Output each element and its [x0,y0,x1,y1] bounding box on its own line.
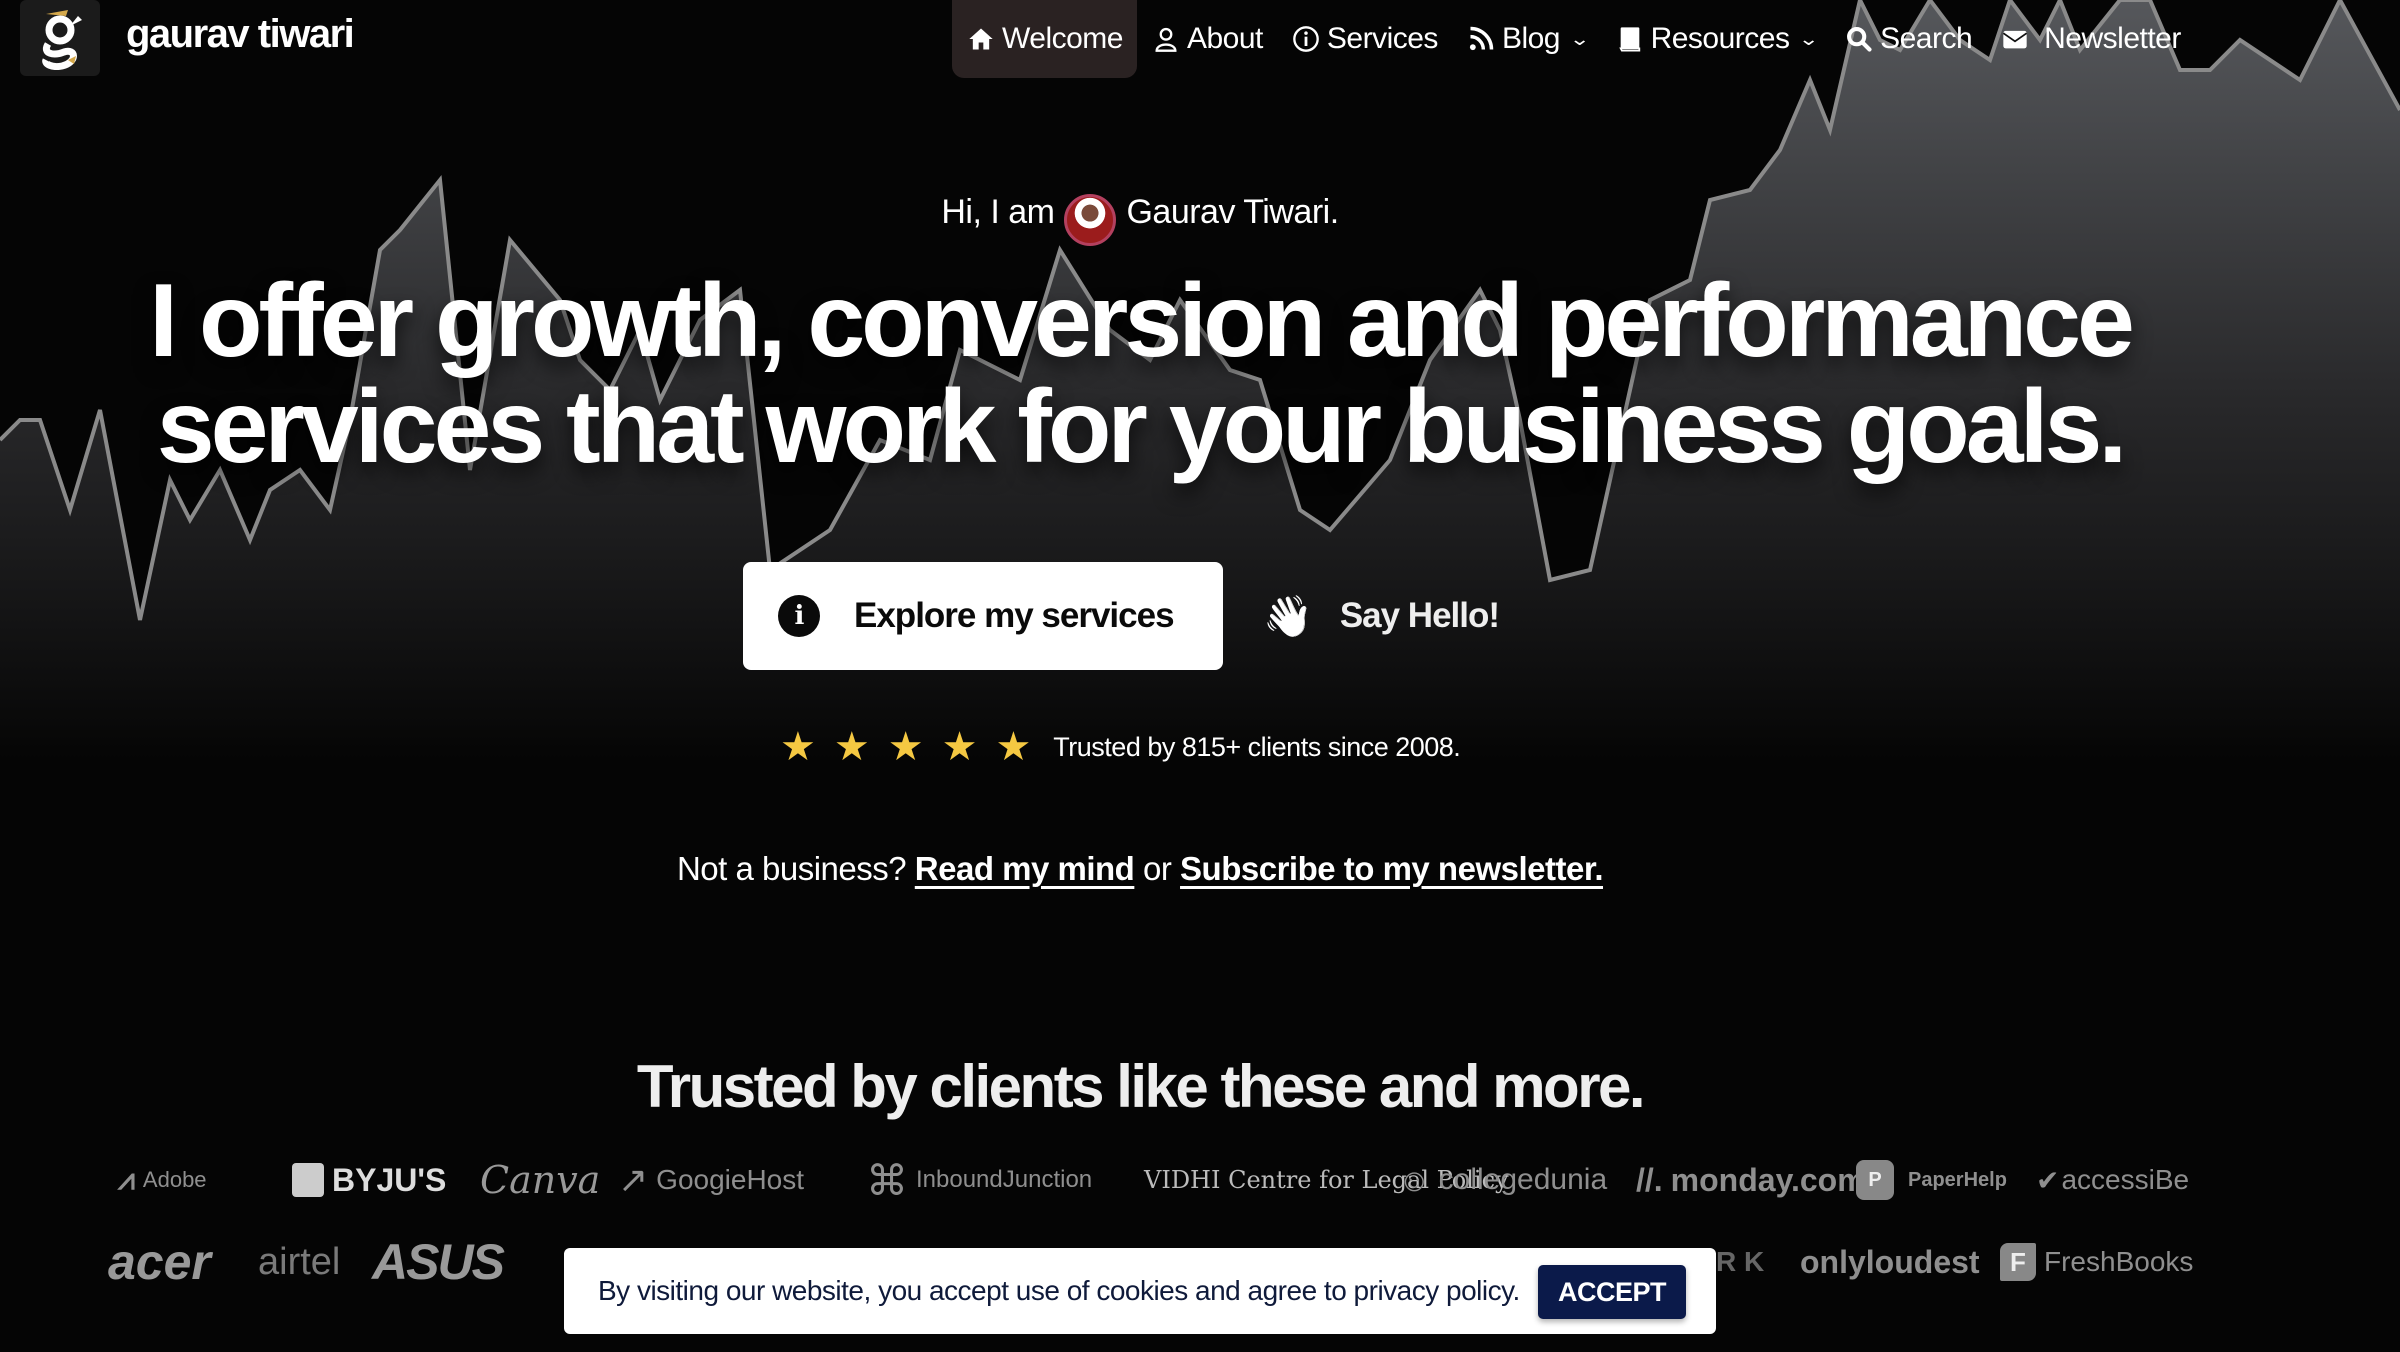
chevron-down-icon: ⌄ [1798,28,1820,49]
client-logo-label: GoogieHost [656,1164,805,1195]
cookie-banner-text: By visiting our website, you accept use … [598,1275,1520,1306]
home-icon [966,24,996,54]
client-logo-byjus[interactable]: BYJU'S [292,1162,446,1199]
freshbooks-icon: F [2000,1243,2036,1281]
envelope-icon [2000,24,2030,54]
user-icon [1151,24,1181,54]
intro-name: Gaurav Tiwari. [1126,192,1339,231]
client-logo-label: onlyloudest [1800,1243,1980,1280]
rating-text: Trusted by 815+ clients since 2008. [1053,731,1461,762]
info-circle-icon [1291,24,1321,54]
star-icon: ★ [887,725,924,769]
hero-headline: I offer growth, conversion and performan… [0,268,2280,480]
client-logo-label: PaperHelp [1908,1168,2007,1191]
client-logo-label: InboundJunction [916,1166,1093,1193]
nav-about[interactable]: About [1137,0,1277,78]
search-icon [1844,24,1874,54]
waving-hand-icon: 👋 [1263,594,1313,639]
nav-welcome-label: Welcome [1002,22,1123,55]
paperhelp-icon: P [1856,1160,1894,1200]
not-business-prefix: Not a business? [676,850,907,887]
client-logo-freshbooks[interactable]: F FreshBooks [2000,1243,2193,1281]
read-my-mind-link[interactable]: Read my mind [915,850,1135,887]
rating-row: ★ ★ ★ ★ ★ Trusted by 815+ clients since … [780,725,1461,769]
star-icon: ★ [941,725,978,769]
client-logo-adobe[interactable]: ⩘ Adobe [118,1163,207,1197]
nav-resources[interactable]: Resources ⌄ [1601,0,1831,78]
site-header: gaurav tiwari Welcome About Services Blo… [0,0,2400,78]
rss-icon [1466,24,1496,54]
client-logo-label: accessiBe [2061,1164,2190,1195]
main-nav: Welcome About Services Blog ⌄ Resources … [952,0,2195,78]
site-logo[interactable] [20,0,100,76]
client-logo-label: BYJU'S [332,1161,447,1198]
client-logo-label: Canva [480,1158,601,1202]
star-icon: ★ [833,725,870,769]
client-logo-label: acer [108,1234,211,1290]
info-icon: i [778,595,820,637]
client-logo-accessibe[interactable]: ✔ accessiBe [2036,1164,2189,1197]
client-logo-label: Adobe [142,1167,207,1192]
nav-about-label: About [1186,22,1263,55]
cookie-banner: By visiting our website, you accept use … [564,1248,1716,1334]
client-logo-label: ASUS [372,1234,505,1290]
client-logo-label: airtel [258,1240,341,1283]
client-logo-collegedunia[interactable]: ☺ collegedunia [1398,1162,1607,1199]
nav-search[interactable]: Search [1830,0,1986,78]
hero-cta-row: i Explore my services 👋 Say Hello! [743,562,1500,670]
nav-blog[interactable]: Blog ⌄ [1452,0,1601,78]
say-hello-label: Say Hello! [1339,596,1500,635]
client-logo-canva[interactable]: Canva [480,1158,600,1202]
client-logo-label: monday.com [1670,1161,1866,1198]
client-logo-paperhelp[interactable]: P PaperHelp [1856,1160,2007,1200]
command-icon: ⌘ [866,1156,908,1204]
accessibe-icon: ✔ [2036,1164,2060,1196]
nav-services-label: Services [1326,22,1439,55]
nav-newsletter[interactable]: Newsletter [1986,0,2195,78]
intro-prefix: Hi, I am [941,192,1055,231]
client-logo-inboundjunction[interactable]: ⌘ InboundJunction [866,1156,1092,1205]
client-logo-monday[interactable]: //. monday.com [1636,1162,1866,1199]
or-text: or [1143,850,1172,887]
client-logo-googiehost[interactable]: ↗ GoogieHost [618,1159,804,1201]
clients-heading: Trusted by clients like these and more. [636,1053,1646,1120]
nav-resources-label: Resources [1650,22,1790,55]
subscribe-newsletter-link[interactable]: Subscribe to my newsletter. [1180,850,1603,887]
client-logo-label: FreshBooks [2044,1246,2194,1277]
nav-services[interactable]: Services [1277,0,1452,78]
client-logo-airtel[interactable]: airtel [258,1241,340,1284]
byjus-icon [292,1163,324,1197]
googiehost-icon: ↗ [618,1159,649,1200]
collegedunia-icon: ☺ [1398,1161,1431,1198]
client-logo-asus[interactable]: ASUS [372,1233,505,1291]
explore-services-label: Explore my services [854,596,1175,635]
adobe-icon: ⩘ [118,1163,135,1196]
nav-search-label: Search [1880,22,1973,55]
nav-blog-label: Blog [1501,22,1561,55]
star-icon: ★ [780,725,816,769]
say-hello-button[interactable]: 👋 Say Hello! [1263,593,1500,640]
explore-services-button[interactable]: i Explore my services [743,562,1223,670]
chevron-down-icon: ⌄ [1569,28,1590,49]
cookie-accept-button[interactable]: ACCEPT [1538,1265,1686,1319]
client-logo-partial: R K [1716,1246,1765,1277]
book-icon [1615,24,1645,54]
nav-welcome[interactable]: Welcome [952,0,1137,78]
monday-icon: //. [1636,1161,1663,1198]
client-logo-onlyloudest[interactable]: onlyloudest [1800,1244,1980,1281]
brand-name[interactable]: gaurav tiwari [126,12,355,57]
logo-g-icon [42,10,82,70]
not-business-line: Not a business? Read my mind or Subscrib… [0,850,2280,888]
client-logo-acer[interactable]: acer [108,1233,211,1291]
star-icon: ★ [995,725,1032,769]
nav-newsletter-label: Newsletter [2044,22,2181,55]
headline-line-2: services that work for your business goa… [156,369,2128,485]
client-logo-label: collegedunia [1438,1163,1608,1196]
headline-line-1: I offer growth, conversion and performan… [149,263,2135,379]
hero-intro: Hi, I am Gaurav Tiwari. [0,186,2280,246]
